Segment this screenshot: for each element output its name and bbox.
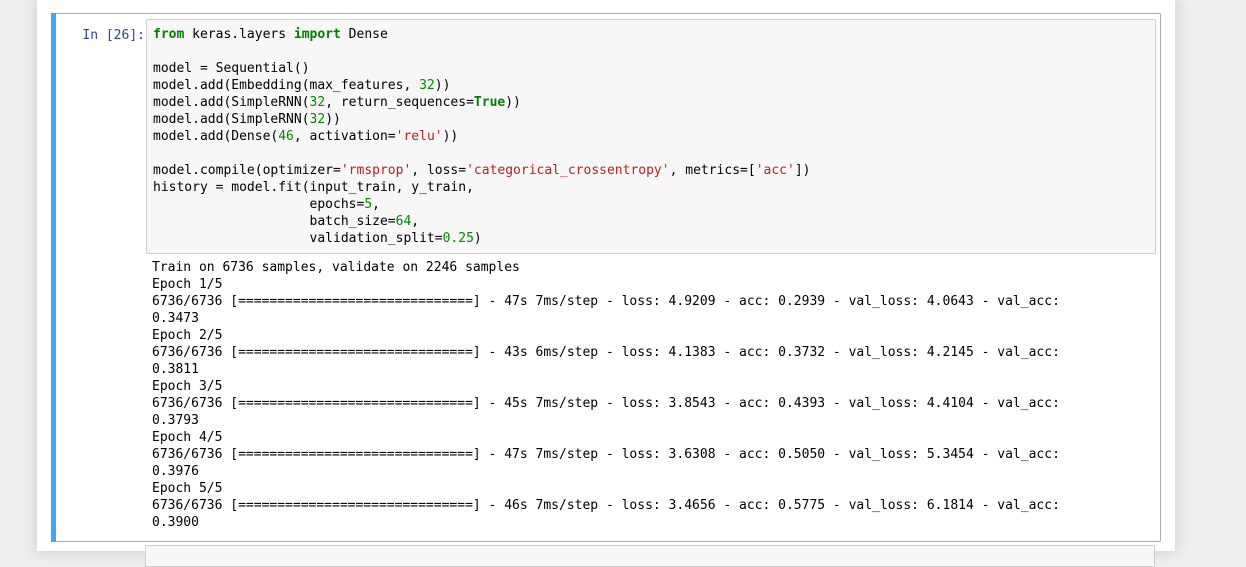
output-line: Epoch 5/5 (152, 481, 223, 496)
code-token: 32 (419, 78, 435, 93)
code-token: Dense (340, 27, 388, 42)
code-token: 0.25 (442, 231, 474, 246)
code-token: 'categorical_crossentropy' (466, 163, 670, 178)
code-line: epochs=5, (153, 196, 810, 213)
code-token: 'acc' (755, 163, 795, 178)
code-token: 32 (309, 95, 326, 110)
output-line: 6736/6736 [=============================… (152, 345, 1060, 360)
code-token: , (411, 214, 420, 229)
code-line: model.compile(optimizer='rmsprop', loss=… (153, 162, 810, 179)
code-line: model = Sequential() (153, 60, 810, 77)
code-token: True (473, 95, 506, 110)
code-token: 46 (278, 129, 294, 144)
input-prompt: In [26]: (82, 28, 145, 43)
code-token: keras.layers (184, 27, 294, 42)
output-line: 0.3976 (152, 464, 199, 479)
code-line: model.add(SimpleRNN(32)) (153, 111, 810, 128)
code-token: , loss= (411, 163, 467, 178)
next-code-cell[interactable] (145, 545, 1155, 567)
code-editor[interactable]: from keras.layers import Dense model = Se… (153, 26, 810, 247)
code-token: , metrics=[ (669, 163, 756, 178)
output-line: 6736/6736 [=============================… (152, 294, 1060, 309)
code-token: model.add(Dense( (153, 129, 279, 144)
output-line: 6736/6736 [=============================… (152, 447, 1060, 462)
code-token: , activation= (293, 129, 396, 144)
output-line: 0.3811 (152, 362, 199, 377)
code-token: model.add(Embedding(max_features, (153, 78, 420, 93)
selected-cell-indicator (51, 13, 56, 542)
output-line: 0.3900 (152, 515, 199, 530)
code-cell[interactable]: In [26]: from keras.layers import Dense m… (51, 13, 1161, 542)
code-token: model.add(SimpleRNN( (153, 95, 310, 110)
code-token: 32 (309, 112, 326, 127)
code-token: from (153, 27, 185, 42)
cell-output: Train on 6736 samples, validate on 2246 … (152, 259, 1152, 531)
code-token: )) (442, 129, 459, 144)
code-token: )) (505, 95, 521, 110)
output-line: 6736/6736 [=============================… (152, 498, 1060, 513)
code-token: history = model.fit(input_train, y_train… (153, 180, 474, 195)
code-line: model.add(Embedding(max_features, 32)) (153, 77, 810, 94)
output-line: 6736/6736 [=============================… (152, 396, 1060, 411)
code-token: 'relu' (395, 129, 443, 144)
code-line: from keras.layers import Dense (153, 26, 810, 43)
output-line: Epoch 3/5 (152, 379, 223, 394)
code-token: )) (434, 78, 451, 93)
code-token: model = Sequential() (153, 61, 310, 76)
code-token: model.compile(optimizer= (153, 163, 341, 178)
code-line: model.add(SimpleRNN(32, return_sequences… (153, 94, 810, 111)
code-token: model.add(SimpleRNN( (153, 112, 310, 127)
code-token: epochs= (153, 197, 365, 212)
output-line: 0.3473 (152, 311, 199, 326)
code-line: validation_split=0.25) (153, 230, 810, 247)
code-line: batch_size=64, (153, 213, 810, 230)
code-token: 'rmsprop' (340, 163, 412, 178)
code-line: history = model.fit(input_train, y_train… (153, 179, 810, 196)
notebook-container: In [26]: from keras.layers import Dense m… (37, 0, 1175, 567)
output-line: Epoch 4/5 (152, 430, 223, 445)
code-token: , (372, 197, 380, 212)
code-token: batch_size= (153, 214, 396, 229)
output-line: 0.3793 (152, 413, 199, 428)
output-line: Epoch 1/5 (152, 277, 223, 292)
code-token: import (293, 27, 341, 42)
code-line: model.add(Dense(46, activation='relu')) (153, 128, 810, 145)
code-token: validation_split= (153, 231, 443, 246)
code-input-area[interactable]: from keras.layers import Dense model = Se… (146, 19, 1156, 254)
code-token: ) (473, 231, 482, 246)
output-line: Train on 6736 samples, validate on 2246 … (152, 260, 520, 275)
output-line: Epoch 2/5 (152, 328, 223, 343)
code-token: 64 (395, 214, 412, 229)
code-token: ]) (794, 163, 811, 178)
code-token: )) (325, 112, 341, 127)
code-token: , return_sequences= (325, 95, 474, 110)
code-token: 5 (364, 197, 373, 212)
